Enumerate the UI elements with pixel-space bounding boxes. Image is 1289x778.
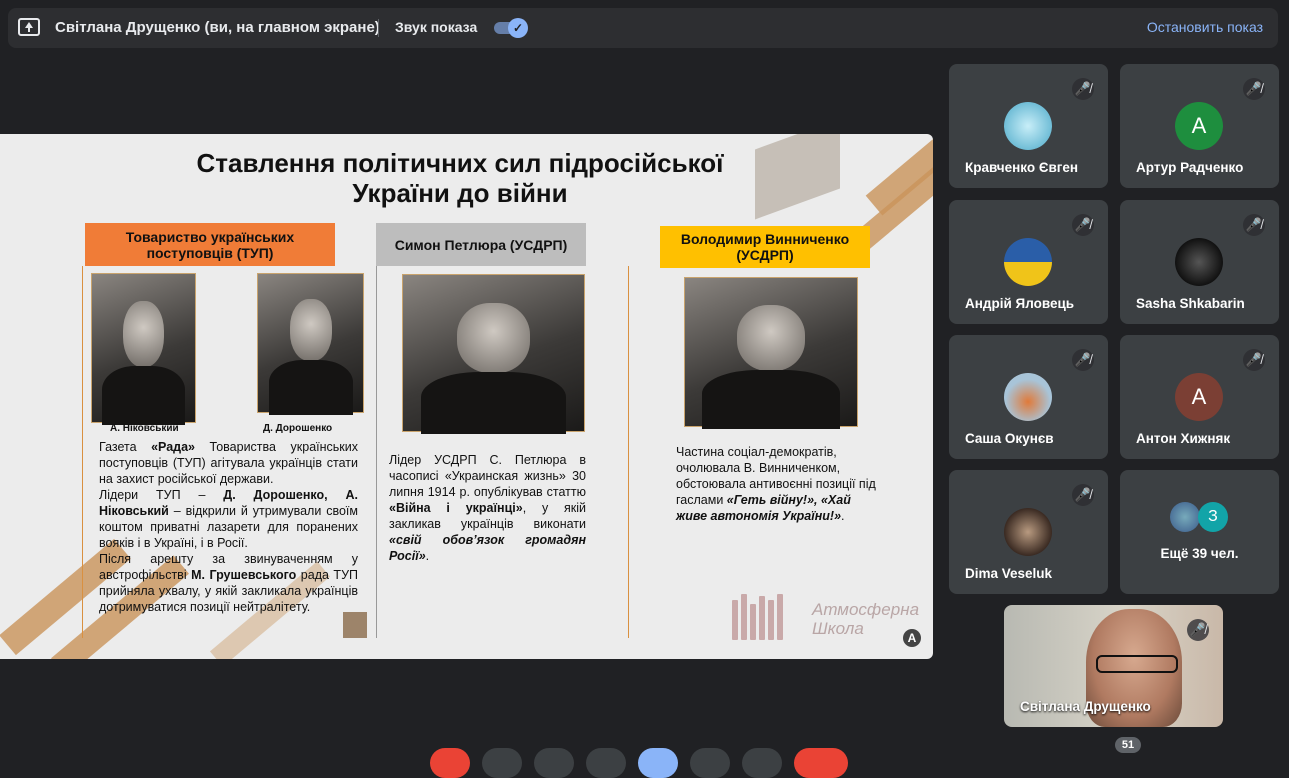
avatar [1175,238,1223,286]
participant-tile[interactable]: 🎤̸ Саша Окунєв [949,335,1108,459]
presentation-sound-label: Звук показа [395,19,478,35]
check-icon: ✓ [508,18,528,38]
slide-title: Ставлення політичних сил підросійської У… [150,148,770,208]
vynnychenko-heading: Володимир Винниченко (УСДРП) [660,226,870,268]
column-divider [628,266,629,638]
avatar [1004,238,1052,286]
column-divider [82,266,83,638]
mic-off-icon: 🎤̸ [1072,484,1094,506]
portrait-caption: Д. Дорошенко [263,423,333,434]
more-options-button[interactable] [742,748,782,778]
mic-off-icon: 🎤̸ [1243,349,1265,371]
vynnychenko-portrait [684,277,858,429]
presentation-bar: Світлана Друщенко (ви, на главном экране… [8,8,1278,48]
mic-off-icon: 🎤̸ [1072,78,1094,100]
participant-tile[interactable]: 🎤̸ Dima Veseluk [949,470,1108,594]
text-bold: «Рада» [151,440,196,454]
avatar [1004,508,1052,556]
nikovsky-portrait [91,273,196,425]
avatar [1170,502,1200,532]
self-view-tile[interactable]: 🎤̸ Світлана Друщенко [1004,605,1223,727]
mic-off-icon: 🎤̸ [1072,214,1094,236]
avatar [1004,373,1052,421]
presenter-label: Світлана Друщенко (ви, на главном экране… [55,19,380,36]
participant-name: Світлана Друщенко [1020,699,1151,714]
captions-button[interactable] [534,748,574,778]
petliura-heading-text: Симон Петлюра (УСДРП) [394,236,568,253]
shared-slide: Ставлення політичних сил підросійської У… [0,134,933,659]
avatar: З [1198,502,1228,532]
school-logo-text: Атмосферна Школа [812,600,919,638]
self-video-detail [1096,655,1178,673]
petliura-heading: Симон Петлюра (УСДРП) [376,223,586,266]
text-bold: «Війна і українці» [389,501,523,515]
text-run: Газета [99,440,152,454]
doroshenko-portrait [257,273,364,415]
present-button[interactable] [638,748,678,778]
participant-tile[interactable]: 🎤̸ Андрій Яловець [949,200,1108,324]
participant-tile[interactable]: 🎤̸ Sasha Shkabarin [1120,200,1279,324]
petliura-portrait [402,274,585,435]
text-run: Лідери ТУП – [99,488,224,502]
mic-button[interactable] [430,748,470,778]
reactions-button[interactable] [586,748,626,778]
vynnychenko-text: Частина соціал-демократів, очолювала В. … [676,444,876,524]
more-participants-label: Ещё 39 чел. [1160,546,1239,561]
avatar [1004,102,1052,150]
slide-corner-mark: A [903,629,921,647]
participant-tile[interactable]: 🎤̸ A Антон Хижняк [1120,335,1279,459]
tup-heading-text: Товариство українських поступовців (ТУП) [125,228,295,261]
text-run: . [425,549,430,563]
text-bold-italic: «свій обов’язок громадян Росії» [389,533,586,563]
mic-off-icon: 🎤̸ [1187,619,1209,641]
presentation-sound-toggle[interactable]: ✓ [494,18,528,38]
camera-button[interactable] [482,748,522,778]
text-bold: М. Грушевського [191,568,297,582]
text-run: . [841,509,845,523]
stop-presenting-button[interactable]: Остановить показ [1147,19,1263,35]
participant-name: Антон Хижняк [1136,431,1231,446]
participant-name: Андрій Яловець [965,296,1075,311]
mic-off-icon: 🎤̸ [1243,78,1265,100]
participant-name: Dima Veseluk [965,566,1053,581]
participant-name: Sasha Shkabarin [1136,296,1245,311]
decor-cube [343,612,367,638]
more-participants-tile[interactable]: З Ещё 39 чел. [1120,470,1279,594]
participant-tile[interactable]: 🎤̸ Кравченко Євген [949,64,1108,188]
logo-line: Атмосферна [812,600,920,619]
column-divider [376,266,377,638]
participant-tile[interactable]: 🎤̸ A Артур Радченко [1120,64,1279,188]
participant-name: Кравченко Євген [965,160,1079,175]
participant-name: Артур Радченко [1136,160,1244,175]
mic-off-icon: 🎤̸ [1243,214,1265,236]
participant-name: Саша Окунєв [965,431,1054,446]
mic-off-icon: 🎤̸ [1072,349,1094,371]
participant-count-badge: 51 [1115,737,1141,753]
vynnychenko-heading-text: Володимир Винниченко (УСДРП) [680,231,850,263]
tup-heading: Товариство українських поступовців (ТУП) [85,223,335,266]
text-run: Лідер УСДРП С. Петлюра в часописі «Украи… [389,453,586,499]
leave-call-button[interactable] [794,748,848,778]
present-to-all-icon [18,18,40,36]
slide-title-line: України до війни [352,178,568,208]
avatar: A [1175,373,1223,421]
portrait-caption: А. Ніковський [110,423,179,434]
school-logo-icon [730,592,790,640]
tup-text: Газета «Рада» Товариства українських пос… [99,439,358,615]
raise-hand-button[interactable] [690,748,730,778]
petliura-text: Лідер УСДРП С. Петлюра в часописі «Украи… [389,452,586,564]
avatar: A [1175,102,1223,150]
slide-title-line: Ставлення політичних сил підросійської [196,148,724,178]
divider [378,19,379,37]
